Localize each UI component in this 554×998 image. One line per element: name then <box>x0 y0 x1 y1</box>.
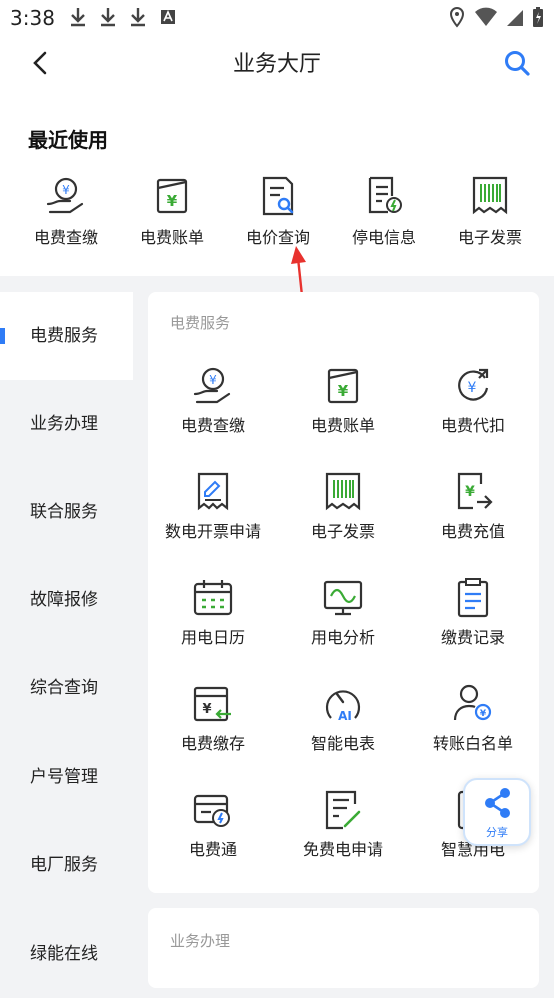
system-icons <box>448 6 544 28</box>
grid-item-label: 电费代扣 <box>440 416 505 435</box>
bill-icon: ¥ <box>327 368 359 404</box>
recent-item-price-query[interactable]: 电价查询 <box>233 174 323 248</box>
grid-item-e-invoice[interactable]: 电子发票 <box>278 470 408 542</box>
sidebar-item-green-energy[interactable]: 绿能在线 <box>0 910 133 998</box>
grid-item-label: 数电开票申请 <box>164 522 261 541</box>
share-icon <box>485 788 510 818</box>
outage-info-icon <box>368 176 402 214</box>
deposit-icon: ¥ <box>193 686 231 722</box>
grid-item-label: 智能电表 <box>310 734 375 753</box>
grid-item-label: 电费账单 <box>310 416 375 435</box>
sidebar-item-joint-service[interactable]: 联合服务 <box>0 468 133 556</box>
app-notification-icon <box>161 10 175 24</box>
records-icon <box>457 578 489 618</box>
grid-item-payment-records[interactable]: 缴费记录 <box>408 576 538 648</box>
section-title: 业务办理 <box>170 932 231 950</box>
bill-pay-icon: ¥ <box>193 367 231 404</box>
sidebar-item-query[interactable]: 综合查询 <box>0 644 133 732</box>
smart-meter-icon: AI <box>325 690 361 723</box>
status-time: 3:38 <box>10 6 55 30</box>
grid-item-usage-analysis[interactable]: 用电分析 <box>278 576 408 648</box>
grid-item-smart-meter[interactable]: AI 智能电表 <box>278 682 408 754</box>
section-title: 电费服务 <box>170 314 231 332</box>
grid-item-bill-pay[interactable]: ¥ 电费查缴 <box>148 364 278 436</box>
wifi-icon <box>475 7 497 26</box>
grid-item-usage-calendar[interactable]: 用电日历 <box>148 576 278 648</box>
bill-pay-icon: ¥ <box>46 177 84 214</box>
apply-form-icon <box>325 790 361 830</box>
recent-section: 最近使用 ¥ 电费查缴 ¥ 电费账单 电价查询 停电信息 电子发票 <box>0 90 554 276</box>
share-label: 分享 <box>486 826 508 839</box>
battery-icon <box>533 7 543 27</box>
invoice-apply-icon <box>197 472 229 511</box>
svg-text:¥: ¥ <box>338 382 349 400</box>
calendar-icon <box>193 580 233 616</box>
sidebar-item-fault-repair[interactable]: 故障报修 <box>0 556 133 644</box>
grid-item-bill[interactable]: ¥ 电费账单 <box>278 364 408 436</box>
sidebar-item-fee-service[interactable]: 电费服务 <box>0 292 133 380</box>
auto-deduct-icon: ¥ <box>458 368 489 401</box>
recent-item-label: 电费查缴 <box>33 228 98 247</box>
grid-item-label: 电费通 <box>188 840 237 859</box>
svg-text:¥: ¥ <box>209 373 217 387</box>
grid-item-auto-deduct[interactable]: ¥ 电费代扣 <box>408 364 538 436</box>
download-icon <box>101 8 115 27</box>
sidebar-item-account[interactable]: 户号管理 <box>0 733 133 821</box>
sidebar-item-plant-service[interactable]: 电厂服务 <box>0 821 133 909</box>
svg-text:¥: ¥ <box>480 709 487 719</box>
recent-item-e-invoice[interactable]: 电子发票 <box>445 174 535 248</box>
grid-item-transfer-whitelist[interactable]: ¥ 转账白名单 <box>408 682 538 754</box>
svg-text:¥: ¥ <box>202 702 211 717</box>
bill-icon: ¥ <box>156 178 188 214</box>
grid-item-label: 缴费记录 <box>440 628 505 647</box>
recharge-icon: ¥ <box>457 472 493 510</box>
grid-item-recharge[interactable]: ¥ 电费充值 <box>408 470 538 542</box>
grid-item-label: 电费充值 <box>440 522 505 541</box>
fee-pass-icon <box>193 794 230 827</box>
recent-item-bill[interactable]: ¥ 电费账单 <box>127 174 217 248</box>
location-icon <box>449 6 465 28</box>
grid-item-label: 转账白名单 <box>432 734 513 753</box>
grid-item-label: 用电分析 <box>310 628 375 647</box>
recent-item-label: 停电信息 <box>351 228 416 247</box>
recent-item-outage-info[interactable]: 停电信息 <box>339 174 429 248</box>
grid-item-label: 电费查缴 <box>180 416 245 435</box>
recent-title: 最近使用 <box>28 128 108 152</box>
share-button[interactable]: 分享 <box>463 778 531 846</box>
grid-item-fee-pass[interactable]: 电费通 <box>148 788 278 860</box>
grid-item-label: 电费缴存 <box>180 734 245 753</box>
download-icon <box>71 8 85 27</box>
svg-text:¥: ¥ <box>468 380 477 396</box>
page-title: 业务大厅 <box>232 52 321 77</box>
signal-icon <box>507 10 523 26</box>
e-invoice-icon <box>325 472 361 511</box>
recent-item-label: 电费账单 <box>139 228 204 247</box>
sidebar-item-business[interactable]: 业务办理 <box>0 380 133 468</box>
business-card: 业务办理 <box>148 908 539 988</box>
grid-item-label: 用电日历 <box>180 628 245 647</box>
search-icon[interactable] <box>502 48 532 78</box>
category-sidebar: 电费服务 业务办理 联合服务 故障报修 综合查询 户号管理 电厂服务 绿能在线 <box>0 292 133 984</box>
svg-text:¥: ¥ <box>167 192 178 210</box>
recent-item-bill-pay[interactable]: ¥ 电费查缴 <box>21 174 111 248</box>
price-query-icon <box>262 176 294 216</box>
svg-text:¥: ¥ <box>62 183 70 197</box>
grid-item-digital-invoice-apply[interactable]: 数电开票申请 <box>148 470 278 542</box>
grid-item-free-power-apply[interactable]: 免费电申请 <box>278 788 408 860</box>
status-bar: 3:38 <box>0 0 554 36</box>
recent-item-label: 电子发票 <box>457 228 522 247</box>
notification-icons <box>68 6 178 28</box>
analysis-monitor-icon <box>323 580 363 616</box>
app-header: 业务大厅 <box>0 36 554 90</box>
grid-item-label: 免费电申请 <box>302 840 383 859</box>
svg-text:¥: ¥ <box>465 484 475 500</box>
user-whitelist-icon: ¥ <box>453 684 492 721</box>
grid-item-deposit[interactable]: ¥ 电费缴存 <box>148 682 278 754</box>
e-invoice-icon <box>472 176 508 215</box>
grid-item-label: 电子发票 <box>310 522 375 541</box>
svg-text:AI: AI <box>338 709 352 723</box>
download-icon <box>131 8 145 27</box>
